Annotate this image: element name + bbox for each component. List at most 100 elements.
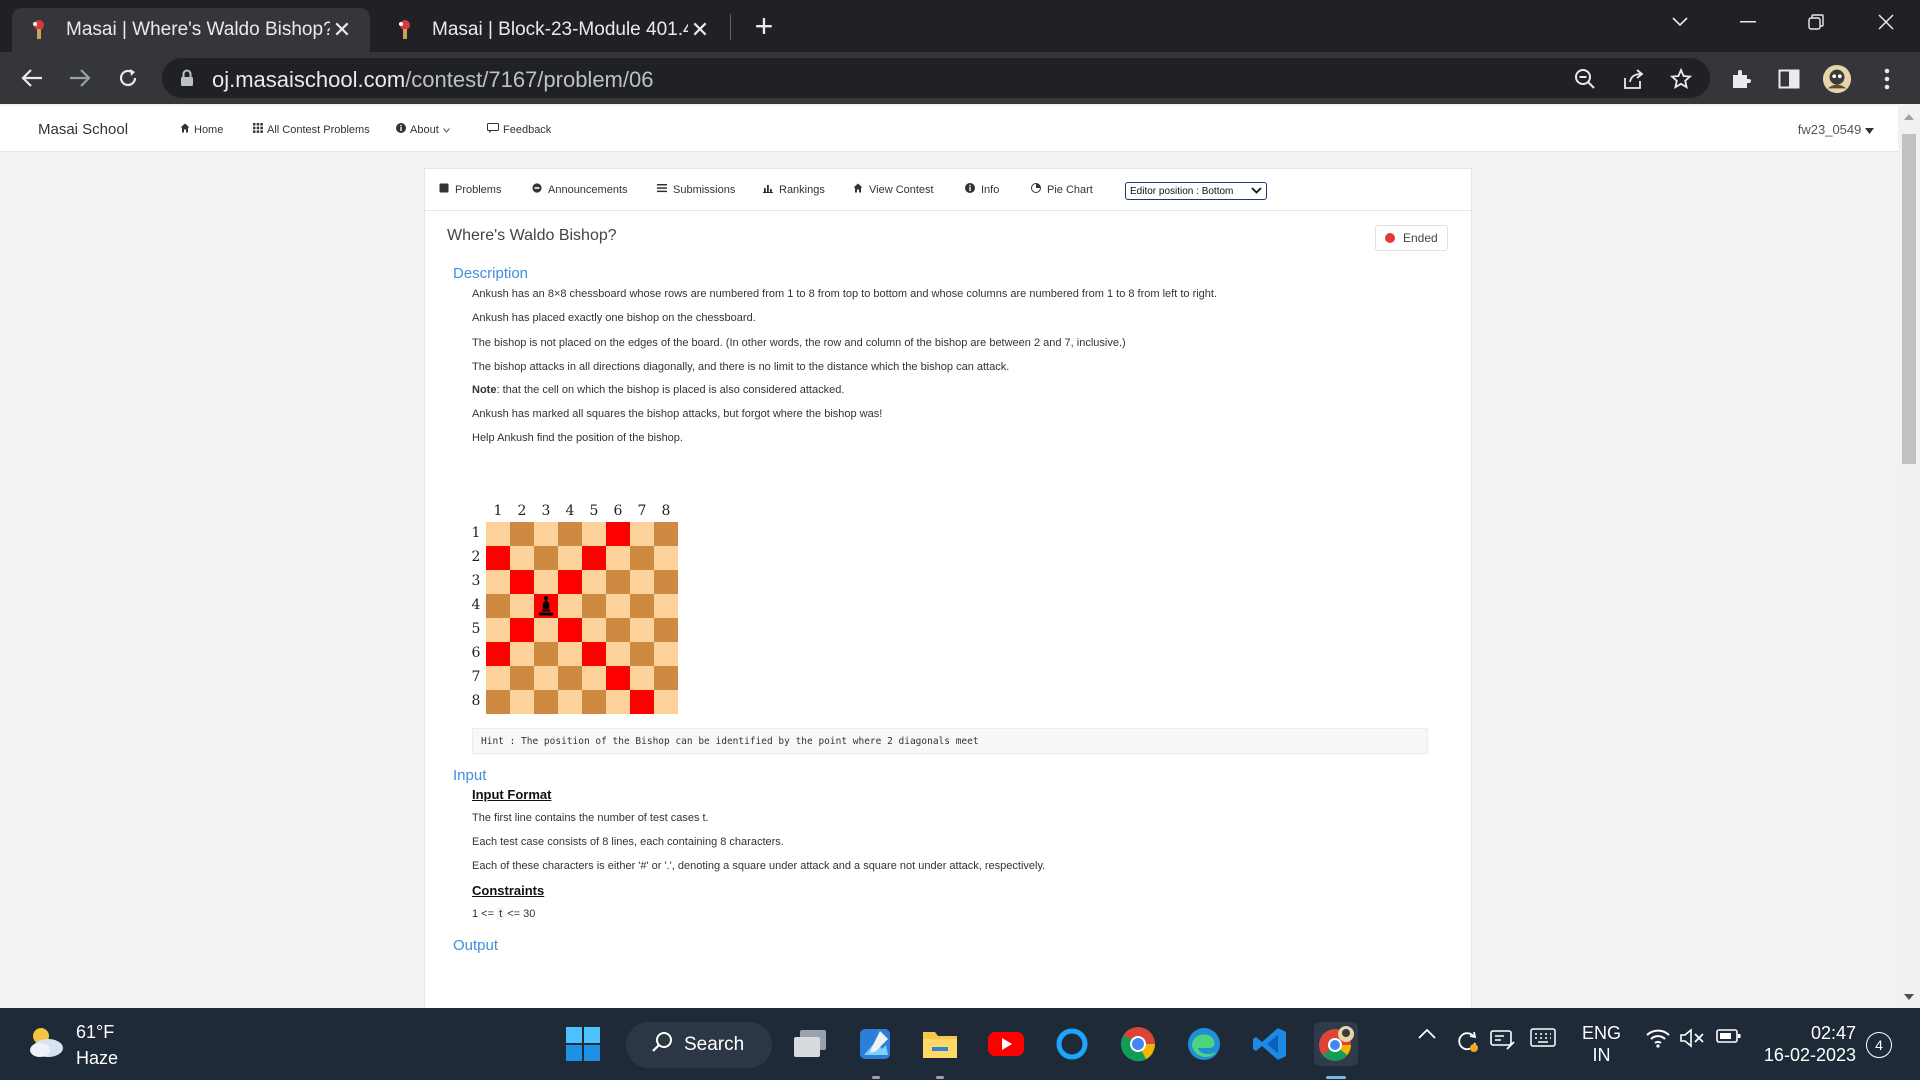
minimize-icon[interactable] [1718, 0, 1778, 44]
site-navbar: Masai School Home All Contest Problems A… [0, 106, 1898, 152]
board-column-label: 4 [565, 503, 575, 519]
task-view-icon[interactable] [788, 1022, 832, 1066]
cortana-icon[interactable] [1050, 1022, 1094, 1066]
nav-feedback[interactable]: Feedback [487, 123, 551, 136]
editor-position-select[interactable]: Editor position : Bottom [1125, 182, 1267, 200]
system-clock[interactable]: 02:47 16-02-2023 [1760, 1022, 1856, 1066]
page-scrollbar[interactable] [1898, 106, 1920, 1008]
weather-description[interactable]: Haze [76, 1048, 118, 1069]
scroll-up-icon[interactable] [1904, 114, 1914, 120]
browser-titlebar: Masai | Where's Waldo Bishop? ✕ Masai | … [0, 0, 1920, 52]
tab-submissions[interactable]: Submissions [657, 183, 735, 196]
restore-icon[interactable] [1786, 0, 1846, 44]
nav-about-label: About [410, 123, 439, 136]
info-icon [965, 183, 975, 196]
status-label: Ended [1403, 231, 1438, 245]
tab-search-chevron-icon[interactable] [1650, 0, 1710, 44]
back-icon[interactable] [14, 60, 50, 96]
new-tab-button[interactable]: + [748, 8, 780, 44]
volume-muted-icon[interactable] [1680, 1028, 1706, 1048]
tab-block-module[interactable]: Masai | Block-23-Module 401.4.1 ✕ [378, 8, 728, 52]
weather-haze-icon[interactable] [26, 1024, 66, 1065]
site-brand[interactable]: Masai School [38, 121, 128, 138]
tab-waldo-bishop[interactable]: Masai | Where's Waldo Bishop? ✕ [12, 8, 370, 52]
board-cell [654, 546, 678, 570]
home-icon [853, 183, 863, 196]
share-icon[interactable] [1620, 66, 1646, 92]
tab-info[interactable]: Info [965, 183, 999, 196]
forward-icon[interactable] [62, 60, 98, 96]
start-button[interactable] [561, 1022, 605, 1066]
board-cell-attacked [510, 570, 534, 594]
url-host: oj.masaischool.com [212, 67, 406, 92]
edge-icon[interactable] [1182, 1022, 1226, 1066]
touch-keyboard-icon[interactable] [1530, 1028, 1556, 1048]
side-panel-icon[interactable] [1774, 64, 1804, 94]
masai-favicon-icon [394, 19, 416, 41]
taskbar-search-label: Search [684, 1034, 745, 1055]
chrome-menu-icon[interactable] [1872, 64, 1902, 94]
weather-temperature[interactable]: 61°F [76, 1022, 114, 1043]
board-cell [534, 546, 558, 570]
board-cell-attacked [486, 642, 510, 666]
tab-view-contest[interactable]: View Contest [853, 183, 934, 196]
board-cell [558, 522, 582, 546]
profile-avatar[interactable] [1822, 64, 1852, 94]
tab-close-icon[interactable]: ✕ [688, 17, 712, 43]
show-hidden-icons-chevron-icon[interactable] [1418, 1028, 1436, 1039]
battery-icon[interactable] [1716, 1028, 1742, 1044]
note-label: Note [472, 384, 497, 396]
youtube-icon[interactable] [984, 1022, 1028, 1066]
nav-home-label: Home [194, 123, 224, 136]
scrollbar-thumb[interactable] [1902, 134, 1916, 464]
file-explorer-icon[interactable] [918, 1022, 962, 1066]
active-indicator [1326, 1076, 1346, 1079]
chrome-icon[interactable] [1116, 1022, 1160, 1066]
scroll-down-icon[interactable] [1904, 994, 1914, 1000]
description-para: Ankush has an 8×8 chessboard whose rows … [472, 288, 1218, 300]
board-cell [486, 690, 510, 714]
input-format-heading: Input Format [472, 787, 552, 802]
pen-workspace-icon[interactable] [1490, 1028, 1516, 1052]
sync-icon[interactable] [1454, 1028, 1480, 1054]
nav-home[interactable]: Home [180, 123, 223, 136]
chrome-profile-active-icon[interactable] [1314, 1022, 1358, 1066]
board-cell [534, 642, 558, 666]
hint-box: Hint : The position of the Bishop can be… [472, 728, 1428, 754]
bookmark-star-icon[interactable] [1668, 66, 1694, 92]
notification-badge[interactable]: 4 [1866, 1032, 1892, 1058]
board-cell [510, 690, 534, 714]
windows-taskbar: 61°F Haze Search ENG IN 02:47 16-02-2023… [0, 1008, 1920, 1080]
tab-close-icon[interactable]: ✕ [330, 17, 354, 43]
zoom-icon[interactable] [1572, 66, 1598, 92]
tab-pie-chart[interactable]: Pie Chart [1031, 183, 1093, 196]
tab-view-contest-label: View Contest [869, 183, 934, 196]
description-para: The bishop is not placed on the edges of… [472, 337, 1126, 349]
tab-announcements[interactable]: Announcements [532, 183, 628, 196]
wifi-icon[interactable] [1646, 1028, 1670, 1048]
paint-app-icon[interactable] [853, 1022, 897, 1066]
board-column-label: 8 [661, 503, 671, 519]
clock-date: 16-02-2023 [1763, 1045, 1856, 1065]
board-cell [654, 642, 678, 666]
vscode-icon[interactable] [1248, 1022, 1292, 1066]
address-bar[interactable]: oj.masaischool.com/contest/7167/problem/… [162, 58, 1710, 98]
board-cell [582, 522, 606, 546]
clock-time: 02:47 [1810, 1023, 1856, 1043]
board-cell [510, 666, 534, 690]
user-menu[interactable]: fw23_0549 [1798, 122, 1874, 137]
extensions-icon[interactable] [1726, 64, 1756, 94]
tab-rankings[interactable]: Rankings [763, 183, 825, 196]
taskbar-search[interactable]: Search [626, 1022, 772, 1068]
reload-icon[interactable] [110, 60, 146, 96]
nav-all-contest-problems[interactable]: All Contest Problems [253, 123, 370, 136]
board-cell [582, 594, 606, 618]
nav-about[interactable]: About [396, 123, 450, 136]
home-icon [180, 123, 190, 136]
language-indicator[interactable]: ENG IN [1582, 1022, 1621, 1066]
board-cell-attacked [606, 666, 630, 690]
board-cell [534, 690, 558, 714]
constraints-para: 1 <= t <= 30 [472, 908, 535, 920]
tab-problems[interactable]: Problems [439, 183, 501, 196]
close-window-icon[interactable] [1856, 0, 1916, 44]
